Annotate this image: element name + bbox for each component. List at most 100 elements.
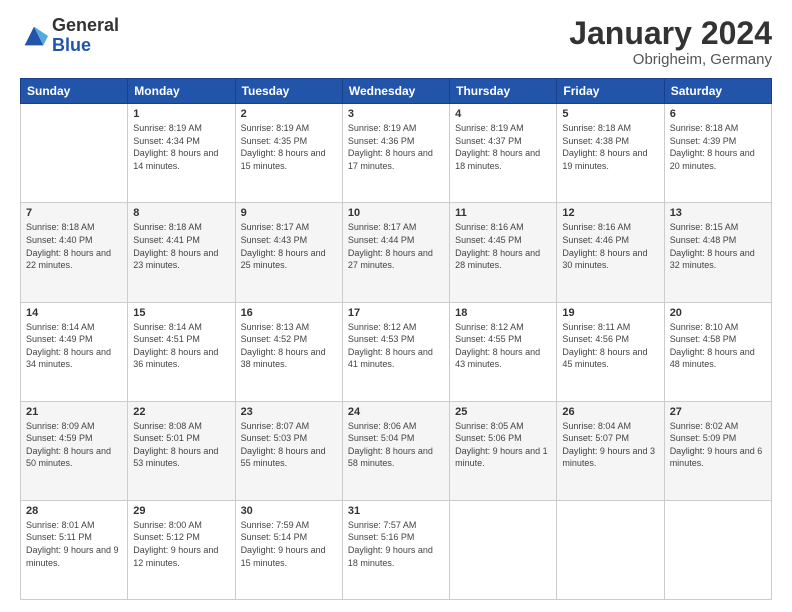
logo-blue-text: Blue: [52, 36, 119, 56]
week-row-2: 7 Sunrise: 8:18 AMSunset: 4:40 PMDaylight…: [21, 203, 772, 302]
header-sunday: Sunday: [21, 79, 128, 104]
table-row: 20Sunrise: 8:10 AMSunset: 4:58 PMDayligh…: [664, 302, 771, 401]
day-number: 16: [241, 307, 337, 319]
table-row: 21Sunrise: 8:09 AMSunset: 4:59 PMDayligh…: [21, 401, 128, 500]
day-info: Sunrise: 8:05 AMSunset: 5:06 PMDaylight:…: [455, 420, 551, 470]
table-row: 18 Sunrise: 8:12 AMSunset: 4:55 PMDayligh…: [450, 302, 557, 401]
table-row: 6 Sunrise: 8:18 AMSunset: 4:39 PMDaylight…: [664, 104, 771, 203]
day-info: Sunrise: 8:17 AMSunset: 4:43 PMDaylight:…: [241, 221, 337, 271]
day-info: Sunrise: 8:00 AMSunset: 5:12 PMDaylight:…: [133, 519, 229, 569]
day-info: Sunrise: 8:16 AMSunset: 4:45 PMDaylight:…: [455, 221, 551, 271]
table-row: 12Sunrise: 8:16 AMSunset: 4:46 PMDayligh…: [557, 203, 664, 302]
day-number: 19: [562, 307, 658, 319]
table-row: 7 Sunrise: 8:18 AMSunset: 4:40 PMDaylight…: [21, 203, 128, 302]
day-info: Sunrise: 8:17 AMSunset: 4:44 PMDaylight:…: [348, 221, 444, 271]
day-info: Sunrise: 8:07 AMSunset: 5:03 PMDaylight:…: [241, 420, 337, 470]
table-row: 15Sunrise: 8:14 AMSunset: 4:51 PMDayligh…: [128, 302, 235, 401]
week-row-4: 21Sunrise: 8:09 AMSunset: 4:59 PMDayligh…: [21, 401, 772, 500]
day-info: Sunrise: 8:12 AMSunset: 4:55 PMDaylight:…: [455, 321, 551, 371]
day-info: Sunrise: 8:15 AMSunset: 4:48 PMDaylight:…: [670, 221, 766, 271]
table-row: 29 Sunrise: 8:00 AMSunset: 5:12 PMDayligh…: [128, 500, 235, 599]
day-number: 5: [562, 108, 658, 120]
day-info: Sunrise: 7:59 AMSunset: 5:14 PMDaylight:…: [241, 519, 337, 569]
day-number: 17: [348, 307, 444, 319]
table-row: 5 Sunrise: 8:18 AMSunset: 4:38 PMDaylight…: [557, 104, 664, 203]
day-number: 6: [670, 108, 766, 120]
table-row: [664, 500, 771, 599]
day-number: 31: [348, 505, 444, 517]
header-saturday: Saturday: [664, 79, 771, 104]
table-row: 26 Sunrise: 8:04 AMSunset: 5:07 PMDayligh…: [557, 401, 664, 500]
header-tuesday: Tuesday: [235, 79, 342, 104]
day-number: 10: [348, 207, 444, 219]
table-row: [450, 500, 557, 599]
table-row: 17Sunrise: 8:12 AMSunset: 4:53 PMDayligh…: [342, 302, 449, 401]
calendar-table: Sunday Monday Tuesday Wednesday Thursday…: [20, 78, 772, 600]
calendar-page: General Blue January 2024 Obrigheim, Ger…: [0, 0, 792, 612]
week-row-5: 28Sunrise: 8:01 AMSunset: 5:11 PMDayligh…: [21, 500, 772, 599]
day-number: 4: [455, 108, 551, 120]
header-wednesday: Wednesday: [342, 79, 449, 104]
day-number: 21: [26, 406, 122, 418]
location: Obrigheim, Germany: [569, 51, 772, 68]
table-row: 4 Sunrise: 8:19 AMSunset: 4:37 PMDaylight…: [450, 104, 557, 203]
day-info: Sunrise: 8:10 AMSunset: 4:58 PMDaylight:…: [670, 321, 766, 371]
day-info: Sunrise: 8:19 AMSunset: 4:36 PMDaylight:…: [348, 122, 444, 172]
day-number: 2: [241, 108, 337, 120]
day-number: 18: [455, 307, 551, 319]
table-row: 10 Sunrise: 8:17 AMSunset: 4:44 PMDayligh…: [342, 203, 449, 302]
day-info: Sunrise: 8:18 AMSunset: 4:40 PMDaylight:…: [26, 221, 122, 271]
table-row: 23 Sunrise: 8:07 AMSunset: 5:03 PMDayligh…: [235, 401, 342, 500]
table-row: 27 Sunrise: 8:02 AMSunset: 5:09 PMDayligh…: [664, 401, 771, 500]
day-number: 22: [133, 406, 229, 418]
day-info: Sunrise: 7:57 AMSunset: 5:16 PMDaylight:…: [348, 519, 444, 569]
logo-text: General Blue: [52, 16, 119, 56]
day-info: Sunrise: 8:04 AMSunset: 5:07 PMDaylight:…: [562, 420, 658, 470]
day-info: Sunrise: 8:18 AMSunset: 4:39 PMDaylight:…: [670, 122, 766, 172]
day-info: Sunrise: 8:13 AMSunset: 4:52 PMDaylight:…: [241, 321, 337, 371]
day-info: Sunrise: 8:02 AMSunset: 5:09 PMDaylight:…: [670, 420, 766, 470]
table-row: 16 Sunrise: 8:13 AMSunset: 4:52 PMDayligh…: [235, 302, 342, 401]
logo: General Blue: [20, 16, 119, 56]
day-number: 25: [455, 406, 551, 418]
header-friday: Friday: [557, 79, 664, 104]
day-number: 29: [133, 505, 229, 517]
day-info: Sunrise: 8:19 AMSunset: 4:34 PMDaylight:…: [133, 122, 229, 172]
table-row: [21, 104, 128, 203]
title-block: January 2024 Obrigheim, Germany: [569, 16, 772, 68]
day-info: Sunrise: 8:06 AMSunset: 5:04 PMDaylight:…: [348, 420, 444, 470]
day-info: Sunrise: 8:19 AMSunset: 4:35 PMDaylight:…: [241, 122, 337, 172]
day-info: Sunrise: 8:14 AMSunset: 4:49 PMDaylight:…: [26, 321, 122, 371]
table-row: 9Sunrise: 8:17 AMSunset: 4:43 PMDaylight…: [235, 203, 342, 302]
day-number: 12: [562, 207, 658, 219]
day-info: Sunrise: 8:18 AMSunset: 4:38 PMDaylight:…: [562, 122, 658, 172]
day-info: Sunrise: 8:19 AMSunset: 4:37 PMDaylight:…: [455, 122, 551, 172]
table-row: 8Sunrise: 8:18 AMSunset: 4:41 PMDaylight…: [128, 203, 235, 302]
table-row: 11 Sunrise: 8:16 AMSunset: 4:45 PMDayligh…: [450, 203, 557, 302]
header-thursday: Thursday: [450, 79, 557, 104]
day-number: 3: [348, 108, 444, 120]
logo-icon: [20, 22, 48, 50]
day-number: 1: [133, 108, 229, 120]
day-number: 23: [241, 406, 337, 418]
table-row: 22Sunrise: 8:08 AMSunset: 5:01 PMDayligh…: [128, 401, 235, 500]
day-number: 27: [670, 406, 766, 418]
table-row: 28Sunrise: 8:01 AMSunset: 5:11 PMDayligh…: [21, 500, 128, 599]
table-row: [557, 500, 664, 599]
day-info: Sunrise: 8:18 AMSunset: 4:41 PMDaylight:…: [133, 221, 229, 271]
day-number: 11: [455, 207, 551, 219]
day-number: 7: [26, 207, 122, 219]
month-title: January 2024: [569, 16, 772, 51]
day-info: Sunrise: 8:11 AMSunset: 4:56 PMDaylight:…: [562, 321, 658, 371]
day-number: 15: [133, 307, 229, 319]
day-info: Sunrise: 8:01 AMSunset: 5:11 PMDaylight:…: [26, 519, 122, 569]
week-row-3: 14 Sunrise: 8:14 AMSunset: 4:49 PMDayligh…: [21, 302, 772, 401]
table-row: 2 Sunrise: 8:19 AMSunset: 4:35 PMDaylight…: [235, 104, 342, 203]
week-row-1: 1 Sunrise: 8:19 AMSunset: 4:34 PMDaylight…: [21, 104, 772, 203]
table-row: 13 Sunrise: 8:15 AMSunset: 4:48 PMDayligh…: [664, 203, 771, 302]
day-number: 14: [26, 307, 122, 319]
table-row: 31 Sunrise: 7:57 AMSunset: 5:16 PMDayligh…: [342, 500, 449, 599]
day-number: 13: [670, 207, 766, 219]
day-number: 26: [562, 406, 658, 418]
header-monday: Monday: [128, 79, 235, 104]
